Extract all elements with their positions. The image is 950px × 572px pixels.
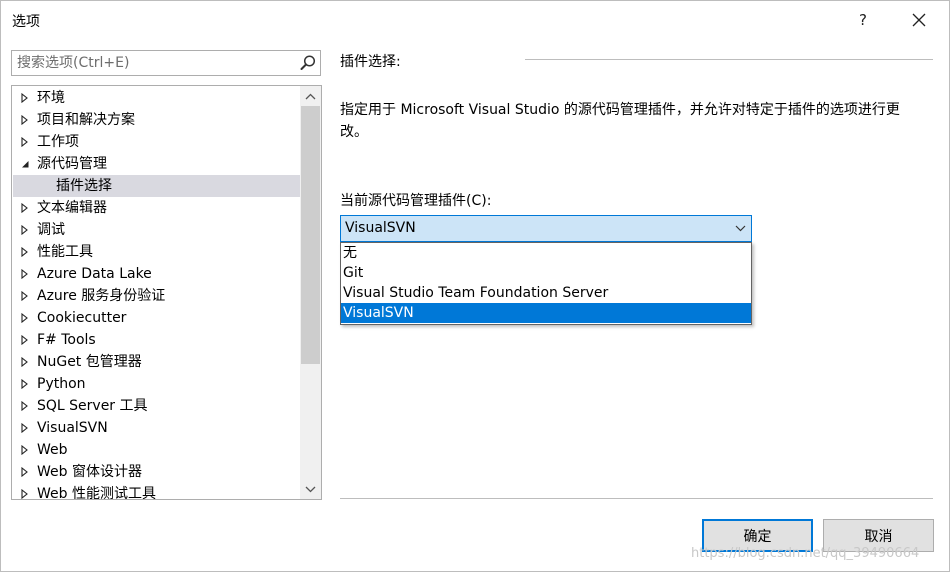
collapsed-triangle-icon[interactable] [20, 219, 32, 241]
tree-item-label: Cookiecutter [37, 310, 127, 326]
tree-item[interactable]: 源代码管理 [13, 153, 300, 175]
tree-item[interactable]: 性能工具 [13, 241, 300, 263]
collapsed-triangle-icon[interactable] [20, 285, 32, 307]
chevron-down-icon[interactable] [735, 224, 746, 233]
tree-item[interactable]: SQL Server 工具 [13, 395, 300, 417]
section-heading: 插件选择: [340, 54, 401, 70]
tree-item-label: Web 性能测试工具 [37, 486, 156, 500]
tree-item[interactable]: Web [13, 439, 300, 461]
tree-item-label: 性能工具 [37, 244, 93, 260]
collapsed-triangle-icon[interactable] [20, 395, 32, 417]
tree-item-label: Web 窗体设计器 [37, 464, 142, 480]
tree-item[interactable]: Azure 服务身份验证 [13, 285, 300, 307]
dropdown-option[interactable]: Visual Studio Team Foundation Server [341, 283, 751, 303]
tree-item-label: 项目和解决方案 [37, 112, 135, 128]
collapsed-triangle-icon[interactable] [20, 307, 32, 329]
scroll-thumb[interactable] [301, 106, 320, 364]
collapsed-triangle-icon[interactable] [20, 373, 32, 395]
tree-item-label: 环境 [37, 90, 65, 106]
collapsed-triangle-icon[interactable] [20, 197, 32, 219]
collapsed-triangle-icon[interactable] [20, 241, 32, 263]
tree-item[interactable]: 插件选择 [13, 175, 300, 197]
window-title: 选项 [12, 14, 40, 30]
chevron-up-icon [305, 93, 316, 99]
tree-item[interactable]: 文本编辑器 [13, 197, 300, 219]
tree-item[interactable]: F# Tools [13, 329, 300, 351]
collapsed-triangle-icon[interactable] [20, 417, 32, 439]
bottom-divider [340, 498, 933, 499]
tree-item[interactable]: Azure Data Lake [13, 263, 300, 285]
plugin-combobox[interactable]: VisualSVN [340, 215, 752, 242]
tree-item-label: Python [37, 376, 86, 392]
dropdown-option[interactable]: VisualSVN [341, 303, 751, 323]
title-bar: 选项 ? [1, 1, 949, 39]
tree-item-label: Azure 服务身份验证 [37, 288, 166, 304]
scroll-down-button[interactable] [300, 479, 321, 499]
collapsed-triangle-icon[interactable] [20, 109, 32, 131]
heading-divider [525, 59, 933, 60]
tree-item[interactable]: Cookiecutter [13, 307, 300, 329]
help-button[interactable]: ? [843, 7, 883, 33]
tree-item[interactable]: NuGet 包管理器 [13, 351, 300, 373]
tree-item[interactable]: Web 性能测试工具 [13, 483, 300, 500]
close-icon [912, 13, 926, 27]
tree-item-label: Azure Data Lake [37, 266, 152, 282]
collapsed-triangle-icon[interactable] [20, 439, 32, 461]
search-icon[interactable] [299, 54, 317, 72]
collapsed-triangle-icon[interactable] [20, 87, 32, 109]
tree-item-label: 文本编辑器 [37, 200, 107, 216]
tree-item-label: Web [37, 442, 68, 458]
collapsed-triangle-icon[interactable] [20, 263, 32, 285]
collapsed-triangle-icon[interactable] [20, 483, 32, 499]
tree-scrollbar[interactable] [300, 86, 321, 499]
watermark: https://blog.csdn.net/qq_39490664 [691, 546, 920, 561]
description-text: 指定用于 Microsoft Visual Studio 的源代码管理插件，并允… [340, 102, 900, 140]
tree-item[interactable]: VisualSVN [13, 417, 300, 439]
tree-item[interactable]: Web 窗体设计器 [13, 461, 300, 483]
tree-item[interactable]: 工作项 [13, 131, 300, 153]
tree-item[interactable]: 项目和解决方案 [13, 109, 300, 131]
tree-item-label: 源代码管理 [37, 156, 107, 172]
collapsed-triangle-icon[interactable] [20, 329, 32, 351]
tree-item-label: 工作项 [37, 134, 79, 150]
collapsed-triangle-icon[interactable] [20, 461, 32, 483]
expanded-triangle-icon[interactable] [20, 153, 32, 175]
tree-item-label: 插件选择 [56, 178, 112, 194]
options-tree: 环境项目和解决方案 工作项源代码管理插件选择文本编辑器调试性能工具 Azure Da… [11, 85, 322, 500]
tree-item-label: 调试 [37, 222, 65, 238]
tree-item-label: SQL Server 工具 [37, 398, 148, 414]
collapsed-triangle-icon[interactable] [20, 351, 32, 373]
options-dialog: 选项 ? 环境项目和解决方案工作项源代码管理插件选择文本编辑器调试性能工具 Azu… [0, 0, 950, 572]
plugin-dropdown-list: 无 Git Visual Studio Team Foundation Server… [340, 242, 752, 325]
combo-selected-value: VisualSVN [345, 220, 416, 236]
tree-item-label: F# Tools [37, 332, 96, 348]
tree-item[interactable]: 调试 [13, 219, 300, 241]
tree-item[interactable]: 环境 [13, 87, 300, 109]
search-input[interactable] [12, 51, 302, 75]
chevron-down-icon [305, 486, 316, 492]
tree-item[interactable]: Python [13, 373, 300, 395]
close-button[interactable] [899, 7, 939, 33]
tree-item-label: NuGet 包管理器 [37, 354, 142, 370]
dropdown-option[interactable]: Git [341, 263, 751, 283]
plugin-combo-label: 当前源代码管理插件(C): [340, 193, 492, 209]
scroll-up-button[interactable] [300, 86, 321, 106]
collapsed-triangle-icon[interactable] [20, 131, 32, 153]
dropdown-option[interactable]: 无 [341, 243, 751, 263]
search-box [11, 50, 321, 76]
tree-item-label: VisualSVN [37, 420, 108, 436]
help-icon: ? [859, 11, 867, 29]
